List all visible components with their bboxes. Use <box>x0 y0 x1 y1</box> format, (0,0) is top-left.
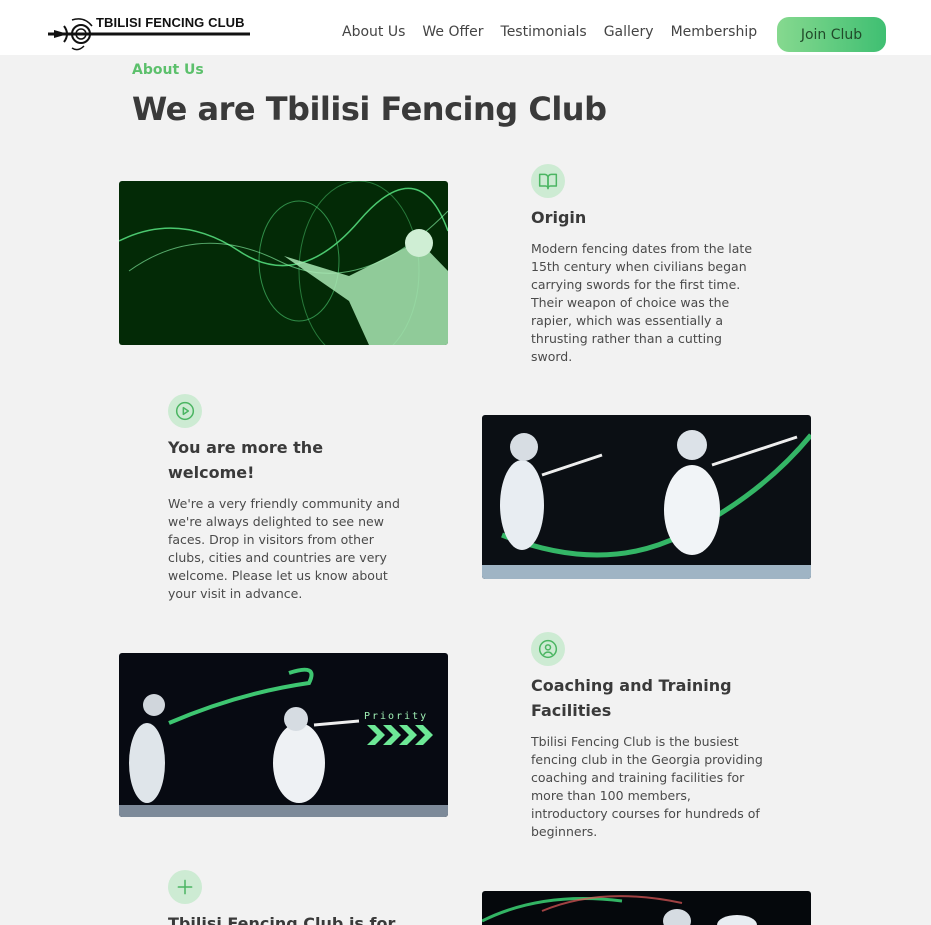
feature-text: Modern fencing dates from the late 15th … <box>531 241 753 364</box>
main-nav: About Us We Offer Testimonials Gallery M… <box>342 24 774 40</box>
section-kicker: About Us <box>132 62 204 78</box>
feature-coaching: Coaching and Training Facilities Tbilisi… <box>531 632 767 841</box>
nav-testimonials[interactable]: Testimonials <box>501 24 587 40</box>
section-title: We are Tbilisi Fencing Club <box>132 90 607 128</box>
nav-gallery[interactable]: Gallery <box>604 24 654 40</box>
club-logo[interactable]: TBILISI FENCING CLUB <box>44 12 254 54</box>
user-circle-icon <box>531 632 565 666</box>
play-circle-icon <box>168 394 202 428</box>
feature-text: Tbilisi Fencing Club is the busiest fenc… <box>531 734 763 839</box>
site-header: TBILISI FENCING CLUB About Us We Offer T… <box>0 0 931 55</box>
feature-title: Coaching and Training Facilities <box>531 676 732 720</box>
nav-about-us[interactable]: About Us <box>342 24 405 40</box>
priority-overlay-text: Priority <box>364 711 428 722</box>
feature-text: We're a very friendly community and we'r… <box>168 496 400 601</box>
feature-title: You are more the welcome! <box>168 438 324 482</box>
feature-welcome: You are more the welcome! We're a very f… <box>168 394 404 603</box>
fencer-light-trails-photo <box>119 181 448 345</box>
plus-icon <box>168 870 202 904</box>
feature-title: Origin <box>531 208 587 227</box>
feature-title: Tbilisi Fencing Club is for <box>168 914 396 925</box>
fencers-duel-photo <box>482 415 811 579</box>
book-icon <box>531 164 565 198</box>
join-club-button[interactable]: Join Club <box>777 17 886 52</box>
fencers-priority-photo: Priority <box>119 653 448 817</box>
fencers-dark-photo <box>482 891 811 925</box>
nav-we-offer[interactable]: We Offer <box>422 24 483 40</box>
nav-membership[interactable]: Membership <box>671 24 758 40</box>
feature-for-everyone: Tbilisi Fencing Club is for <box>168 870 404 925</box>
feature-origin: Origin Modern fencing dates from the lat… <box>531 164 767 366</box>
brand-name: TBILISI FENCING CLUB <box>96 15 245 30</box>
